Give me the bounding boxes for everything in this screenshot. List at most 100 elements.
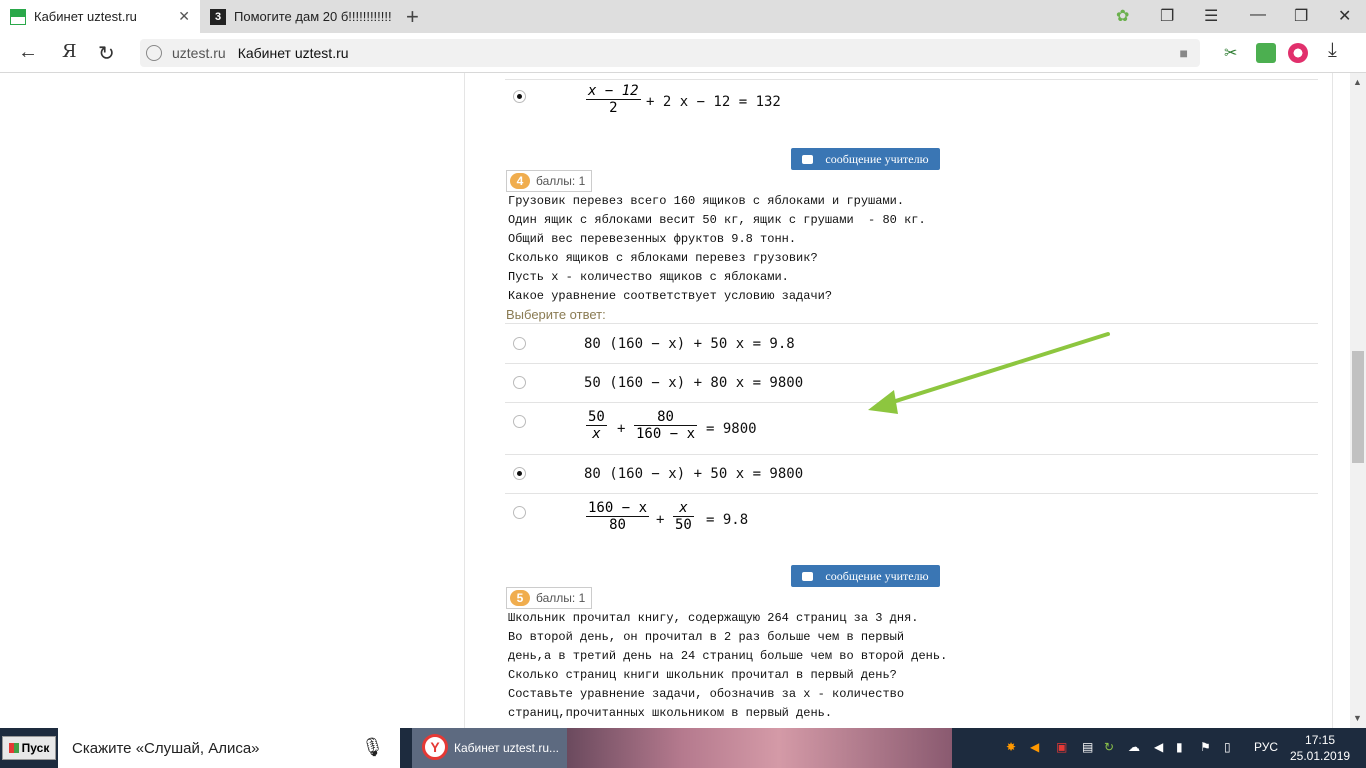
tab-label: Помогите дам 20 б!!!!!!!!!!!! [234,9,392,24]
new-tab-icon[interactable]: + [406,4,419,30]
tray-fox-icon[interactable]: ✸ [1006,740,1016,754]
site-info-icon[interactable] [146,45,162,61]
answer-radio-3[interactable] [513,415,526,428]
answer-3-fraction-1: 50 x [586,409,607,442]
question-number: 5 [510,590,530,606]
left-margin [0,73,465,728]
page-scrollbar[interactable]: ▲ ▼ [1350,73,1366,728]
question-text-line: Пусть x - количество ящиков с яблоками. [508,270,789,284]
question-badge: 4 баллы: 1 [506,170,593,192]
answer-3-rest: = 9800 [706,421,757,437]
answer-3-plus: + [617,421,626,437]
question-text-line: Школьник прочитал книгу, содержащую 264 … [508,611,919,625]
uztest-favicon-icon [10,8,26,25]
tab-znanija[interactable]: 3 Помогите дам 20 б!!!!!!!!!!!! [200,0,400,33]
question-text-line: Грузовик перевез всего 160 ящиков с ябло… [508,194,905,208]
url-page-title: Кабинет uztest.ru [237,45,349,61]
message-teacher-button[interactable]: сообщение учителю [791,565,940,587]
tray-network-icon[interactable]: ▯ [1224,740,1231,754]
question-text-line: страниц,прочитанных школьником в первый … [508,706,833,720]
alice-search-field[interactable]: Скажите «Слушай, Алиса» 🎙 [58,728,400,768]
scroll-down-icon[interactable]: ▼ [1353,713,1362,723]
q3-equation-rest: + 2 x − 12 = 132 [646,94,781,110]
extension-scissors-icon[interactable]: ✂ [1224,43,1244,63]
reload-icon[interactable]: ↻ [98,41,115,66]
taskbar: Пуск Скажите «Слушай, Алиса» 🎙 Y Кабинет… [0,728,1366,768]
question-text-line: день,а в третий день на 24 страниц больш… [508,649,948,663]
tray-sound-icon[interactable]: ◀ [1030,740,1039,754]
minimize-icon[interactable]: — [1250,6,1266,24]
protect-icon[interactable]: ✿ [1116,6,1129,26]
tab-label: Кабинет uztest.ru [34,9,137,24]
scrollbar-thumb[interactable] [1352,351,1364,463]
q3-fraction: x − 12 2 [586,83,641,116]
extension-instagram-icon[interactable] [1288,43,1308,63]
download-icon[interactable]: ⤓ [1328,39,1337,62]
answer-radio-2[interactable] [513,376,526,389]
answer-5-plus: + [656,512,665,528]
tab-strip: Кабинет uztest.ru ✕ 3 Помогите дам 20 б!… [0,0,1366,33]
page-viewport: x − 12 2 + 2 x − 12 = 132 сообщение учит… [0,73,1366,728]
tray-weather-icon[interactable]: ☁ [1128,740,1140,754]
scroll-up-icon[interactable]: ▲ [1353,77,1362,87]
divider [505,454,1318,455]
url-host: uztest.ru [172,45,226,61]
question-text-line: Какое уравнение соответствует условию за… [508,289,833,303]
message-teacher-button[interactable]: сообщение учителю [791,148,940,170]
clock-date: 25.01.2019 [1290,749,1351,763]
answer-option-4: 80 (160 − x) + 50 x = 9800 [584,466,804,482]
close-tab-icon[interactable]: ✕ [178,8,190,25]
question-text-line: Сколько ящиков с яблоками перевез грузов… [508,251,818,265]
answer-radio-4[interactable] [513,467,526,480]
question-text-line: Один ящик с яблоками весит 50 кг, ящик с… [508,213,926,227]
answer-option-1: 80 (160 − x) + 50 x = 9.8 [584,336,795,352]
extension-green-icon[interactable] [1256,43,1276,63]
maximize-icon[interactable]: ❐ [1294,6,1308,26]
question-number: 4 [510,173,530,189]
green-arrow-annotation [868,332,1110,414]
windows-logo-icon [8,743,19,753]
microphone-icon[interactable]: 🎙 [361,737,384,758]
question-points: баллы: 1 [536,174,586,188]
tab-uztest[interactable]: Кабинет uztest.ru ✕ [0,0,200,33]
answer-radio-1[interactable] [513,337,526,350]
divider [505,493,1318,494]
menu-icon[interactable]: ☰ [1204,6,1218,26]
divider [505,79,1318,80]
back-icon[interactable]: ← [18,41,38,64]
start-button[interactable]: Пуск [2,736,56,760]
language-indicator[interactable]: РУС [1254,740,1278,754]
clock-time: 17:15 [1305,733,1336,747]
znanija-favicon-icon: 3 [210,8,226,25]
tray-app-icon[interactable]: ▤ [1082,740,1093,754]
message-bubble-icon [802,571,814,581]
q3-option-radio[interactable] [513,90,526,103]
close-window-icon[interactable]: ✕ [1338,6,1351,26]
answer-3-fraction-2: 80 160 − x [634,409,698,442]
tray-volume-icon[interactable]: ◀ [1154,740,1163,754]
address-bar: ← Я ↻ uztest.ru Кабинет uztest.ru ■ ✂ ⤓ [0,33,1366,73]
collections-icon[interactable]: ❐ [1160,6,1174,26]
answer-5-rest: = 9.8 [706,512,749,528]
tray-flag-icon[interactable]: ⚑ [1200,740,1211,754]
yandex-icon[interactable]: Я [62,41,77,62]
question-badge: 5 баллы: 1 [506,587,593,609]
question-text-line: Составьте уравнение задачи, обозначив за… [508,687,905,701]
question-text-line: Сколько страниц книги школьник прочитал … [508,668,897,682]
desktop-wallpaper-strip [567,728,952,768]
url-field[interactable]: uztest.ru Кабинет uztest.ru ■ [140,39,1200,67]
taskbar-browser-task[interactable]: Y Кабинет uztest.ru... [412,728,567,768]
tray-sync-icon[interactable]: ↻ [1104,740,1114,754]
answer-5-fraction-1: 160 − x 80 [586,500,650,533]
answer-option-2: 50 (160 − x) + 80 x = 9800 [584,375,804,391]
question-text-line: Во второй день, он прочитал в 2 раз боль… [508,630,905,644]
tray-signal-icon[interactable]: ▮ [1176,740,1183,754]
yandex-browser-icon: Y [422,734,448,760]
bookmark-icon[interactable]: ■ [1180,45,1188,61]
question-points: баллы: 1 [536,591,586,605]
question-text-line: Общий вес перевезенных фруктов 9.8 тонн. [508,232,797,246]
tray-pdf-icon[interactable]: ▣ [1056,740,1067,754]
system-clock[interactable]: 17:15 25.01.2019 [1290,732,1350,764]
divider [505,323,1318,324]
answer-radio-5[interactable] [513,506,526,519]
